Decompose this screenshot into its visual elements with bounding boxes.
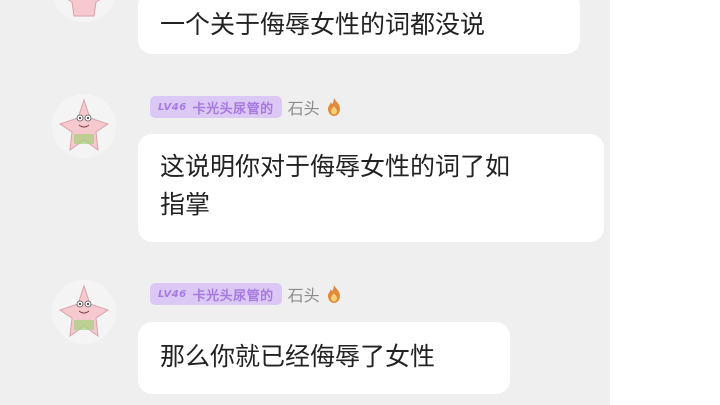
patrick-star-avatar-icon	[52, 280, 116, 344]
message-header: LV46 卡光头尿管的 石头	[150, 95, 342, 119]
badge-title: 卡光头尿管的	[192, 101, 274, 117]
message-text-line: 指掌	[160, 190, 211, 219]
username[interactable]: 石头	[288, 282, 320, 306]
message-bubble[interactable]: 一个关于侮辱女性的词都没说	[138, 0, 580, 54]
message-bubble[interactable]: 这说明你对于侮辱女性的词了如 指掌	[138, 134, 604, 242]
avatar[interactable]	[52, 94, 116, 158]
patrick-star-avatar-icon	[52, 94, 116, 158]
avatar[interactable]	[52, 280, 116, 344]
flame-icon	[327, 98, 340, 116]
level-text: LV46	[158, 101, 187, 113]
badge-title: 卡光头尿管的	[192, 288, 274, 304]
message-text: 一个关于侮辱女性的词都没说	[160, 10, 486, 39]
level-badge: LV46 卡光头尿管的	[150, 283, 282, 305]
message-text-line: 这说明你对于侮辱女性的词了如	[160, 152, 511, 181]
message-bubble[interactable]: 那么你就已经侮辱了女性	[138, 322, 510, 394]
level-text: LV46	[158, 288, 187, 300]
right-margin	[610, 0, 720, 405]
patrick-star-avatar-icon	[52, 0, 116, 22]
level-badge: LV46 卡光头尿管的	[150, 96, 282, 118]
message-header: LV46 卡光头尿管的 石头	[150, 282, 342, 306]
flame-icon	[327, 285, 340, 303]
message-text: 那么你就已经侮辱了女性	[160, 342, 436, 371]
chat-area: 一个关于侮辱女性的词都没说 LV46 卡光头尿管的 石头 这说明你对于侮辱女性的…	[0, 0, 720, 405]
username[interactable]: 石头	[288, 95, 320, 119]
avatar[interactable]	[52, 0, 116, 22]
